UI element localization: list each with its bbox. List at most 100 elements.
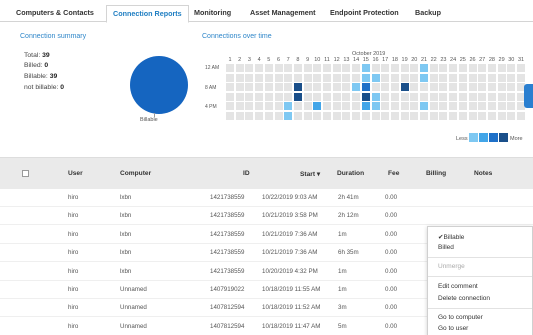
heatmap-cell[interactable]: [323, 73, 331, 82]
heatmap-cell[interactable]: [323, 111, 331, 120]
heatmap-cell[interactable]: [478, 83, 487, 91]
heatmap-cell[interactable]: [361, 111, 370, 120]
heatmap-cell[interactable]: [449, 111, 458, 120]
menu-item-go-to-user[interactable]: Go to user: [438, 325, 468, 332]
heatmap-cell[interactable]: [235, 111, 244, 120]
heatmap-cell[interactable]: [420, 102, 428, 110]
heatmap-cell[interactable]: [400, 92, 409, 101]
heatmap-cell[interactable]: [361, 102, 370, 110]
heatmap-cell[interactable]: [245, 64, 254, 72]
heatmap-cell[interactable]: [371, 73, 380, 82]
heatmap-cell[interactable]: [264, 111, 273, 120]
heatmap-cell[interactable]: [487, 83, 496, 91]
col-fee[interactable]: Fee: [388, 170, 399, 177]
heatmap-cell[interactable]: [313, 73, 322, 82]
heatmap-cell[interactable]: [449, 102, 458, 110]
heatmap-cell[interactable]: [507, 73, 516, 82]
heatmap-cell[interactable]: [400, 83, 409, 91]
heatmap-cell[interactable]: [478, 102, 487, 110]
heatmap-cell[interactable]: [439, 83, 448, 91]
heatmap-cell[interactable]: [439, 92, 448, 101]
heatmap-cell[interactable]: [274, 83, 283, 91]
heatmap-cell[interactable]: [293, 92, 302, 101]
heatmap-cell[interactable]: [429, 64, 438, 72]
heatmap-cell[interactable]: [303, 64, 312, 72]
heatmap-cell[interactable]: [226, 102, 234, 110]
heatmap-cell[interactable]: [439, 64, 448, 72]
col-start[interactable]: Start ▾: [300, 170, 320, 178]
heatmap-cell[interactable]: [410, 92, 419, 101]
heatmap-cell[interactable]: [381, 73, 390, 82]
heatmap-cell[interactable]: [226, 73, 234, 82]
heatmap-cell[interactable]: [449, 73, 458, 82]
heatmap-cell[interactable]: [400, 111, 409, 120]
col-computer[interactable]: Computer: [120, 170, 151, 177]
heatmap-cell[interactable]: [303, 102, 312, 110]
tab-monitoring[interactable]: Monitoring: [194, 5, 231, 22]
heatmap-cell[interactable]: [245, 83, 254, 91]
heatmap-cell[interactable]: [255, 73, 264, 82]
heatmap-cell[interactable]: [478, 92, 487, 101]
heatmap-cell[interactable]: [332, 102, 341, 110]
heatmap-cell[interactable]: [410, 73, 419, 82]
tab-computers-contacts[interactable]: Computers & Contacts: [16, 5, 94, 22]
heatmap-cell[interactable]: [458, 83, 467, 91]
heatmap-cell[interactable]: [303, 73, 312, 82]
heatmap-cell[interactable]: [293, 111, 302, 120]
heatmap-cell[interactable]: [274, 102, 283, 110]
heatmap-cell[interactable]: [429, 83, 438, 91]
heatmap-cell[interactable]: [497, 92, 506, 101]
heatmap-cell[interactable]: [371, 83, 380, 91]
heatmap-cell[interactable]: [284, 92, 293, 101]
heatmap-cell[interactable]: [245, 102, 254, 110]
heatmap-cell[interactable]: [293, 73, 302, 82]
heatmap-cell[interactable]: [352, 64, 361, 72]
heatmap-cell[interactable]: [342, 64, 351, 72]
heatmap-cell[interactable]: [313, 92, 322, 101]
heatmap-cell[interactable]: [371, 102, 380, 110]
heatmap-cell[interactable]: [284, 111, 293, 120]
heatmap-cell[interactable]: [468, 64, 477, 72]
heatmap-cell[interactable]: [497, 64, 506, 72]
heatmap-cell[interactable]: [323, 92, 331, 101]
heatmap-cell[interactable]: [400, 102, 409, 110]
heatmap-cell[interactable]: [497, 73, 506, 82]
heatmap-cell[interactable]: [420, 92, 428, 101]
heatmap-cell[interactable]: [410, 111, 419, 120]
heatmap-cell[interactable]: [361, 73, 370, 82]
heatmap-cell[interactable]: [284, 102, 293, 110]
col-billing[interactable]: Billing: [426, 170, 446, 177]
heatmap-cell[interactable]: [352, 111, 361, 120]
heatmap-cell[interactable]: [458, 111, 467, 120]
heatmap-cell[interactable]: [284, 64, 293, 72]
table-row[interactable]: hiro lxbn 1421738559 10/22/2019 9:03 AM 2h 4…: [0, 189, 533, 207]
heatmap-cell[interactable]: [313, 111, 322, 120]
heatmap-cell[interactable]: [323, 102, 331, 110]
heatmap-cell[interactable]: [323, 83, 331, 91]
heatmap-cell[interactable]: [458, 73, 467, 82]
heatmap-cell[interactable]: [507, 102, 516, 110]
heatmap-cell[interactable]: [255, 92, 264, 101]
heatmap-cell[interactable]: [226, 111, 234, 120]
heatmap-cell[interactable]: [235, 83, 244, 91]
heatmap-cell[interactable]: [235, 102, 244, 110]
heatmap-cell[interactable]: [255, 64, 264, 72]
heatmap-cell[interactable]: [313, 102, 322, 110]
heatmap-cell[interactable]: [342, 92, 351, 101]
heatmap-cell[interactable]: [478, 73, 487, 82]
heatmap-cell[interactable]: [264, 102, 273, 110]
heatmap-cell[interactable]: [255, 83, 264, 91]
heatmap-cell[interactable]: [390, 73, 399, 82]
heatmap-cell[interactable]: [264, 64, 273, 72]
heatmap-cell[interactable]: [400, 73, 409, 82]
heatmap-cell[interactable]: [274, 64, 283, 72]
heatmap-cell[interactable]: [497, 111, 506, 120]
heatmap-cell[interactable]: [235, 73, 244, 82]
heatmap-cell[interactable]: [487, 111, 496, 120]
heatmap-cell[interactable]: [478, 111, 487, 120]
heatmap-cell[interactable]: [468, 83, 477, 91]
heatmap-cell[interactable]: [264, 83, 273, 91]
heatmap-cell[interactable]: [449, 83, 458, 91]
heatmap-cell[interactable]: [371, 111, 380, 120]
heatmap-cell[interactable]: [390, 111, 399, 120]
